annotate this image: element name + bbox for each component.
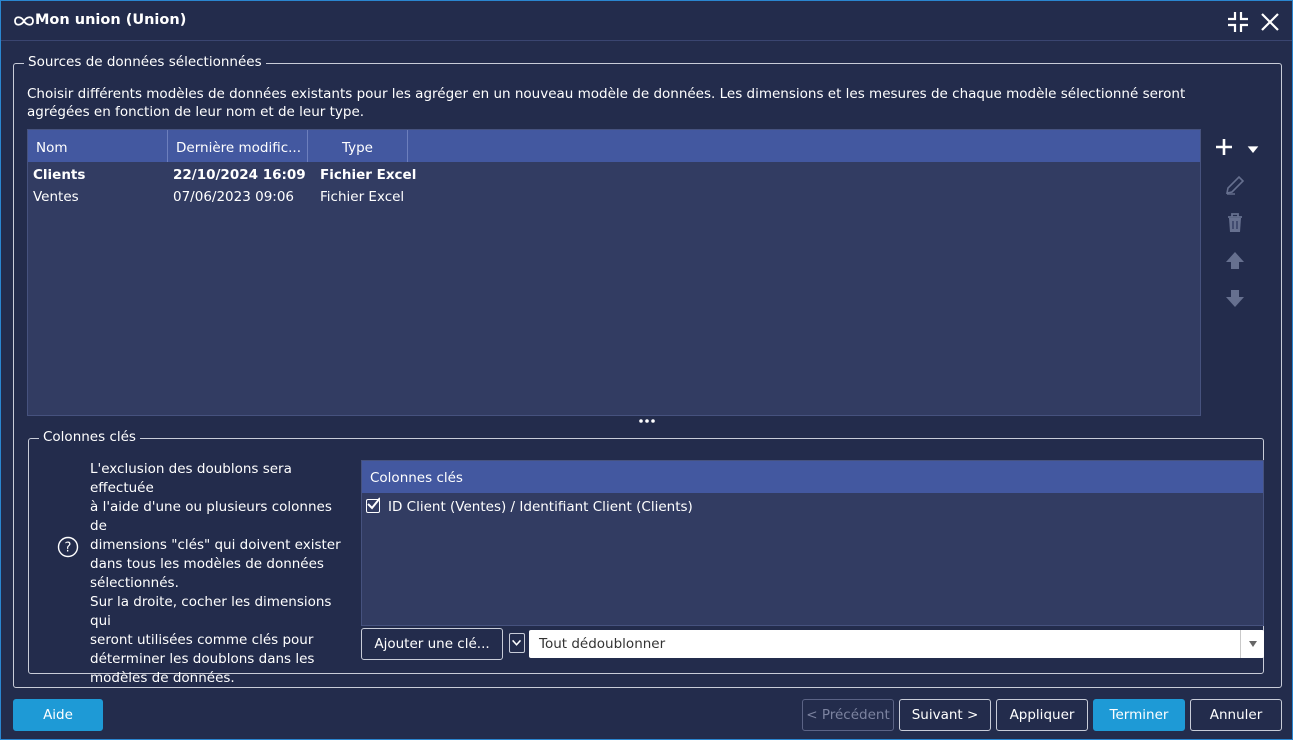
add-dropdown-icon[interactable] bbox=[1241, 137, 1259, 155]
sources-legend: Sources de données sélectionnées bbox=[24, 54, 266, 70]
column-header-type[interactable]: Type bbox=[308, 130, 408, 162]
key-columns-header: Colonnes clés bbox=[362, 461, 1263, 493]
row-nom: Clients bbox=[33, 167, 86, 183]
row-nom: Ventes bbox=[33, 189, 79, 205]
dedupe-select[interactable]: Tout dédoublonner bbox=[529, 630, 1264, 658]
chevron-down-icon[interactable] bbox=[509, 633, 525, 653]
next-button[interactable]: Suivant > bbox=[899, 699, 991, 731]
key-column-label: ID Client (Ventes) / Identifiant Client … bbox=[388, 499, 693, 515]
column-header-date[interactable]: Dernière modific... bbox=[168, 130, 308, 162]
apply-button[interactable]: Appliquer bbox=[996, 699, 1088, 731]
move-up-icon[interactable] bbox=[1223, 249, 1247, 273]
key-column-item[interactable]: ID Client (Ventes) / Identifiant Client … bbox=[366, 497, 693, 517]
sources-table-header: Nom Dernière modific... Type bbox=[28, 130, 1200, 162]
finish-button[interactable]: Terminer bbox=[1093, 699, 1185, 731]
splitter-handle-icon[interactable] bbox=[637, 415, 657, 427]
help-button[interactable]: Aide bbox=[13, 699, 103, 731]
row-type: Fichier Excel bbox=[320, 167, 417, 183]
table-row[interactable]: Ventes 07/06/2023 09:06 Fichier Excel bbox=[28, 186, 1200, 208]
keys-group: Colonnes clés ? L'exclusion des doublons… bbox=[28, 429, 1264, 686]
title-bar: Mon union (Union) bbox=[1, 1, 1292, 41]
row-date: 07/06/2023 09:06 bbox=[173, 189, 295, 205]
delete-icon[interactable] bbox=[1223, 211, 1247, 235]
svg-text:?: ? bbox=[65, 541, 72, 556]
keys-help-text: L'exclusion des doublons sera effectuée … bbox=[90, 461, 341, 686]
sources-description: Choisir différents modèles de données ex… bbox=[27, 86, 1186, 120]
edit-icon[interactable] bbox=[1223, 173, 1247, 197]
sources-table[interactable]: Nom Dernière modific... Type Clients 22/… bbox=[27, 129, 1201, 416]
dedupe-select-value: Tout dédoublonner bbox=[539, 636, 666, 652]
collapse-icon[interactable] bbox=[1226, 10, 1250, 34]
keys-legend: Colonnes clés bbox=[39, 429, 140, 445]
column-header-nom[interactable]: Nom bbox=[28, 130, 168, 162]
key-columns-list[interactable]: Colonnes clés ID Client (Ventes) / Ident… bbox=[361, 460, 1264, 626]
cancel-button[interactable]: Annuler bbox=[1190, 699, 1282, 731]
sources-group: Sources de données sélectionnées Choisir… bbox=[13, 54, 1282, 688]
union-dialog: Mon union (Union) Sources de données sél… bbox=[0, 0, 1293, 740]
add-icon[interactable] bbox=[1212, 135, 1236, 159]
dropdown-arrow-icon[interactable] bbox=[1240, 630, 1264, 658]
help-icon: ? bbox=[57, 536, 79, 558]
infinity-icon bbox=[12, 11, 36, 31]
window-title: Mon union (Union) bbox=[35, 12, 187, 28]
close-icon[interactable] bbox=[1258, 10, 1282, 34]
add-key-button[interactable]: Ajouter une clé... bbox=[361, 628, 503, 660]
move-down-icon[interactable] bbox=[1223, 286, 1247, 310]
previous-button[interactable]: < Précédent bbox=[802, 699, 894, 731]
checkbox-checked-icon[interactable] bbox=[366, 497, 380, 513]
table-row[interactable]: Clients 22/10/2024 16:09 Fichier Excel bbox=[28, 164, 1200, 186]
row-date: 22/10/2024 16:09 bbox=[173, 167, 306, 183]
row-type: Fichier Excel bbox=[320, 189, 405, 205]
